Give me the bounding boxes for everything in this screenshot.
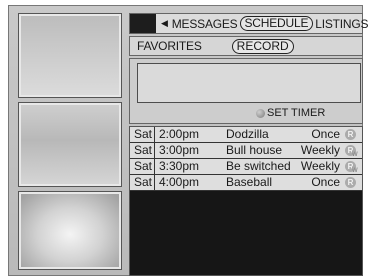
schedule-row[interactable]: Sat 4:00pm Baseball Once R	[130, 175, 362, 191]
time-label: 2:00pm	[159, 127, 200, 141]
info-box	[137, 63, 361, 103]
sub-bar: FAVORITES RECORD	[129, 36, 363, 56]
day-label: Sat	[134, 143, 153, 157]
schedule-row[interactable]: Sat 3:30pm Be switched Weekly R	[130, 159, 362, 177]
set-timer-button[interactable]: SET TIMER	[256, 107, 325, 119]
record-button[interactable]: RECORD	[231, 38, 294, 54]
program-title: Be switched	[226, 159, 291, 173]
record-weekly-badge-icon: R	[345, 161, 358, 177]
column-divider	[154, 127, 155, 142]
program-title: Dodzilla	[226, 127, 269, 141]
day-label: Sat	[134, 127, 153, 141]
record-badge-icon: R	[345, 177, 356, 188]
program-title: Bull house	[226, 143, 283, 157]
schedule-row[interactable]: Sat 2:00pm Dodzilla Once R	[130, 127, 362, 143]
menu-items: ◀ MESSAGES SCHEDULE LISTINGS ▶	[156, 16, 370, 31]
tv-guide-screen: ◀ MESSAGES SCHEDULE LISTINGS ▶ FAVORITES…	[0, 0, 370, 280]
thumbnail-2[interactable]	[18, 102, 122, 187]
day-label: Sat	[134, 175, 153, 189]
timer-dot-icon	[256, 108, 265, 118]
column-divider	[154, 175, 155, 190]
record-badge-icon: R	[345, 129, 356, 140]
record-weekly-badge-icon: R	[345, 145, 358, 161]
time-label: 4:00pm	[159, 175, 200, 189]
thumbnail-3[interactable]	[18, 191, 122, 270]
time-label: 3:30pm	[159, 159, 200, 173]
frequency-label: Weekly	[300, 143, 340, 157]
menu-indicator	[130, 14, 156, 33]
menu-item-messages[interactable]: MESSAGES	[170, 17, 240, 31]
menu-item-listings[interactable]: LISTINGS	[313, 17, 370, 31]
menu-bar: ◀ MESSAGES SCHEDULE LISTINGS ▶	[129, 13, 369, 34]
menu-item-schedule[interactable]: SCHEDULE	[239, 16, 314, 31]
schedule-list: Sat 2:00pm Dodzilla Once R Sat 3:00pm Bu…	[129, 126, 363, 276]
favorites-button[interactable]: FAVORITES	[130, 39, 202, 53]
column-divider	[154, 159, 155, 174]
info-panel: SET TIMER	[129, 58, 363, 124]
schedule-row[interactable]: Sat 3:00pm Bull house Weekly R	[130, 143, 362, 161]
thumbnail-1[interactable]	[18, 13, 122, 98]
set-timer-label: SET TIMER	[267, 107, 326, 119]
frequency-label: Once	[311, 127, 340, 141]
program-title: Baseball	[226, 175, 273, 189]
frequency-label: Weekly	[300, 159, 340, 173]
frequency-label: Once	[311, 175, 340, 189]
day-label: Sat	[134, 159, 153, 173]
arrow-left-icon[interactable]: ◀	[161, 18, 168, 29]
time-label: 3:00pm	[159, 143, 200, 157]
column-divider	[154, 143, 155, 158]
